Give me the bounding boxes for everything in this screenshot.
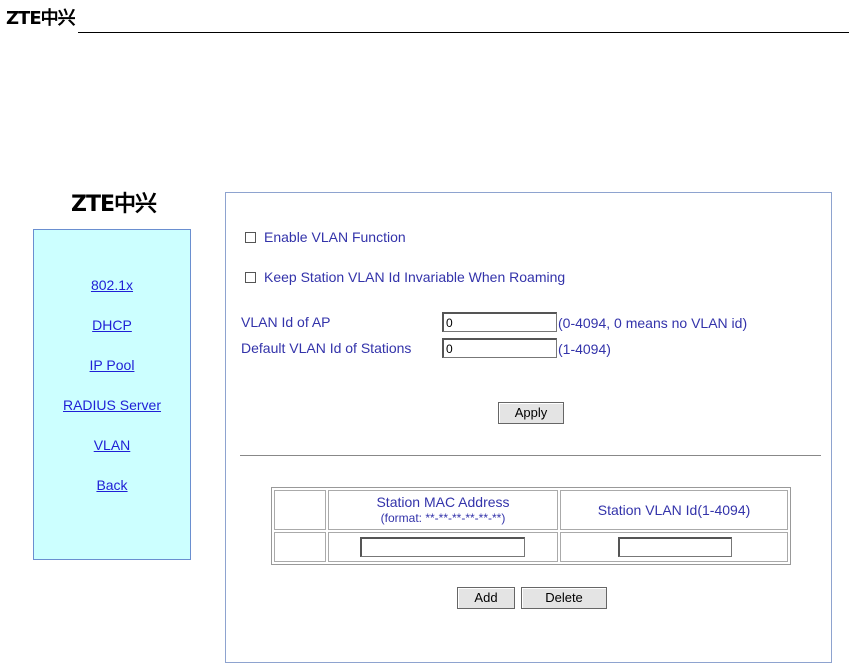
sidebar-item-dhcp[interactable]: DHCP (34, 317, 190, 333)
enable-vlan-checkbox[interactable] (245, 231, 256, 243)
table-header-mac-format: (format: **-**-**-**-**-**) (380, 511, 506, 525)
delete-button[interactable]: Delete (521, 587, 607, 609)
enable-vlan-row: Enable VLAN Function (245, 229, 406, 245)
vlan-ap-input[interactable] (442, 312, 557, 332)
table-header-mac-title: Station MAC Address (376, 494, 510, 510)
station-vlan-input[interactable] (618, 537, 732, 557)
vlan-ap-hint: (0-4094, 0 means no VLAN id) (558, 315, 748, 331)
add-button[interactable]: Add (457, 587, 515, 609)
table-row-vlan-cell (560, 532, 788, 562)
section-divider (240, 455, 821, 456)
default-vlan-hint: (1-4094) (558, 341, 611, 357)
enable-vlan-label: Enable VLAN Function (264, 229, 406, 245)
default-vlan-label: Default VLAN Id of Stations (241, 340, 412, 356)
vlan-settings-panel: Enable VLAN Function Keep Station VLAN I… (225, 192, 832, 663)
table-header-mac: Station MAC Address (format: **-**-**-**… (328, 490, 558, 530)
sidebar-item-8021x[interactable]: 802.1x (34, 277, 190, 293)
table-header-empty (274, 490, 326, 530)
sidebar-nav: 802.1x DHCP IP Pool RADIUS Server VLAN B… (33, 229, 191, 560)
table-row-empty-cell (274, 532, 326, 562)
station-mac-input[interactable] (360, 537, 525, 557)
sidebar-item-vlan[interactable]: VLAN (34, 437, 190, 453)
sidebar-item-back[interactable]: Back (34, 477, 190, 493)
apply-button[interactable]: Apply (498, 402, 564, 424)
vlan-ap-label: VLAN Id of AP (241, 314, 331, 330)
zte-logo-sidebar: ZTE中兴 (71, 192, 157, 217)
header-rule (78, 32, 849, 33)
zte-logo-header: ZTE中兴 (6, 8, 76, 29)
keep-vlan-label: Keep Station VLAN Id Invariable When Roa… (264, 269, 566, 285)
sidebar-item-radius-server[interactable]: RADIUS Server (34, 397, 190, 413)
sidebar-item-ip-pool[interactable]: IP Pool (34, 357, 190, 373)
table-row-mac-cell (328, 532, 558, 562)
keep-vlan-row: Keep Station VLAN Id Invariable When Roa… (245, 269, 565, 285)
station-vlan-table: Station MAC Address (format: **-**-**-**… (271, 487, 791, 565)
keep-vlan-checkbox[interactable] (245, 271, 256, 283)
table-header-vlan: Station VLAN Id(1-4094) (560, 490, 788, 530)
default-vlan-input[interactable] (442, 338, 557, 358)
